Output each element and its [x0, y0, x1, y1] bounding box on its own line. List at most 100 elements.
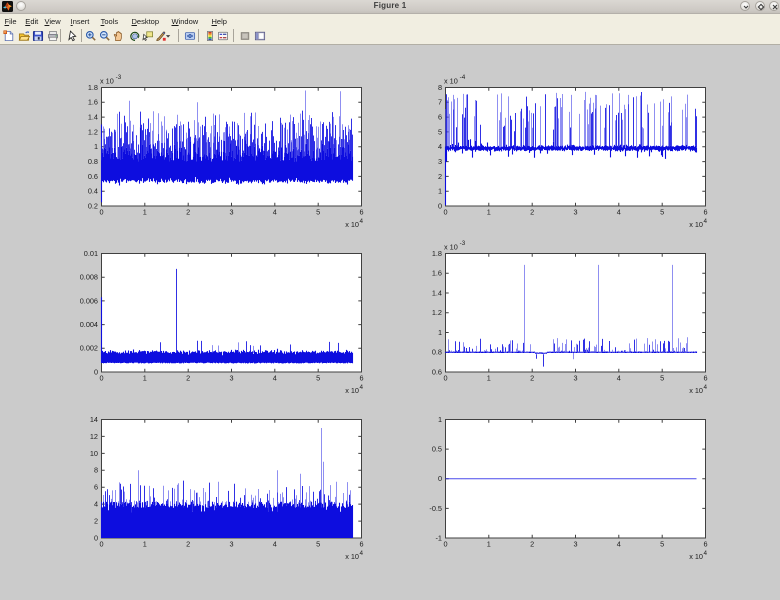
svg-text:0: 0	[94, 368, 98, 377]
svg-text:1.4: 1.4	[432, 289, 442, 298]
svg-text:8: 8	[438, 83, 442, 92]
svg-text:1: 1	[143, 208, 147, 217]
svg-text:x 10: x 10	[444, 243, 458, 252]
svg-text:6: 6	[703, 208, 707, 217]
svg-text:4: 4	[360, 218, 364, 225]
svg-text:5: 5	[317, 540, 321, 549]
svg-text:2: 2	[438, 172, 442, 181]
svg-text:-4: -4	[459, 74, 465, 81]
svg-text:3: 3	[573, 540, 577, 549]
svg-text:1: 1	[94, 142, 98, 151]
svg-text:4: 4	[703, 550, 707, 557]
svg-text:6: 6	[360, 540, 364, 549]
svg-text:x 10: x 10	[346, 220, 360, 229]
svg-text:0.4: 0.4	[88, 187, 98, 196]
svg-text:2: 2	[530, 374, 534, 383]
svg-text:0.004: 0.004	[80, 320, 98, 329]
svg-text:x 10: x 10	[689, 220, 703, 229]
svg-text:-1: -1	[435, 534, 442, 543]
svg-text:0.2: 0.2	[88, 202, 98, 211]
svg-text:1.8: 1.8	[88, 83, 98, 92]
svg-text:0.5: 0.5	[432, 445, 442, 454]
svg-text:0: 0	[94, 534, 98, 543]
svg-text:x 10: x 10	[689, 386, 703, 395]
svg-text:-0.5: -0.5	[429, 504, 442, 513]
svg-text:2: 2	[187, 208, 191, 217]
svg-text:x 10: x 10	[444, 77, 458, 86]
svg-text:4: 4	[273, 208, 277, 217]
svg-text:3: 3	[438, 157, 442, 166]
svg-text:1.6: 1.6	[88, 98, 98, 107]
svg-text:8: 8	[94, 466, 98, 475]
svg-text:2: 2	[187, 374, 191, 383]
svg-text:0: 0	[438, 202, 442, 211]
svg-text:0.8: 0.8	[432, 348, 442, 357]
svg-text:x 10: x 10	[346, 386, 360, 395]
svg-text:x 10: x 10	[100, 77, 114, 86]
svg-text:3: 3	[230, 374, 234, 383]
svg-text:4: 4	[703, 384, 707, 391]
svg-text:4: 4	[94, 500, 98, 509]
svg-text:6: 6	[703, 374, 707, 383]
svg-text:1.6: 1.6	[432, 269, 442, 278]
svg-text:1: 1	[438, 328, 442, 337]
svg-text:1: 1	[143, 540, 147, 549]
svg-text:3: 3	[230, 208, 234, 217]
svg-text:0: 0	[100, 540, 104, 549]
svg-text:1: 1	[487, 540, 491, 549]
svg-text:4: 4	[273, 374, 277, 383]
svg-text:-3: -3	[459, 241, 465, 248]
svg-text:x 10: x 10	[689, 552, 703, 561]
svg-text:3: 3	[230, 540, 234, 549]
svg-text:6: 6	[360, 374, 364, 383]
svg-text:1: 1	[487, 208, 491, 217]
svg-text:14: 14	[90, 415, 98, 424]
svg-text:0.006: 0.006	[80, 297, 98, 306]
svg-text:6: 6	[360, 208, 364, 217]
svg-text:12: 12	[90, 432, 98, 441]
svg-text:0: 0	[438, 474, 442, 483]
svg-text:1: 1	[487, 374, 491, 383]
svg-text:2: 2	[530, 540, 534, 549]
svg-text:4: 4	[703, 218, 707, 225]
svg-text:4: 4	[273, 540, 277, 549]
svg-text:0: 0	[443, 540, 447, 549]
svg-text:4: 4	[617, 208, 621, 217]
svg-text:6: 6	[438, 113, 442, 122]
svg-text:4: 4	[438, 142, 442, 151]
svg-text:0.008: 0.008	[80, 273, 98, 282]
svg-text:1: 1	[438, 187, 442, 196]
svg-text:0.01: 0.01	[84, 249, 98, 258]
svg-text:7: 7	[438, 98, 442, 107]
svg-text:5: 5	[438, 128, 442, 137]
svg-text:1.2: 1.2	[432, 309, 442, 318]
svg-text:5: 5	[660, 374, 664, 383]
svg-text:2: 2	[187, 540, 191, 549]
svg-text:-3: -3	[116, 74, 122, 81]
svg-text:4: 4	[617, 540, 621, 549]
svg-text:0: 0	[100, 208, 104, 217]
svg-text:1: 1	[438, 415, 442, 424]
svg-text:0: 0	[443, 374, 447, 383]
svg-text:x 10: x 10	[346, 552, 360, 561]
svg-text:0.6: 0.6	[88, 172, 98, 181]
svg-text:4: 4	[617, 374, 621, 383]
svg-text:0: 0	[100, 374, 104, 383]
svg-text:4: 4	[360, 384, 364, 391]
svg-text:1.8: 1.8	[432, 249, 442, 258]
svg-text:10: 10	[90, 449, 98, 458]
svg-text:1.4: 1.4	[88, 113, 98, 122]
svg-text:0: 0	[443, 208, 447, 217]
svg-text:0.6: 0.6	[432, 368, 442, 377]
svg-text:5: 5	[660, 540, 664, 549]
svg-text:5: 5	[317, 374, 321, 383]
svg-text:3: 3	[573, 208, 577, 217]
svg-text:6: 6	[703, 540, 707, 549]
svg-text:5: 5	[660, 208, 664, 217]
svg-text:3: 3	[573, 374, 577, 383]
svg-text:5: 5	[317, 208, 321, 217]
svg-text:6: 6	[94, 483, 98, 492]
svg-text:0.8: 0.8	[88, 157, 98, 166]
svg-text:4: 4	[360, 550, 364, 557]
svg-text:1: 1	[143, 374, 147, 383]
